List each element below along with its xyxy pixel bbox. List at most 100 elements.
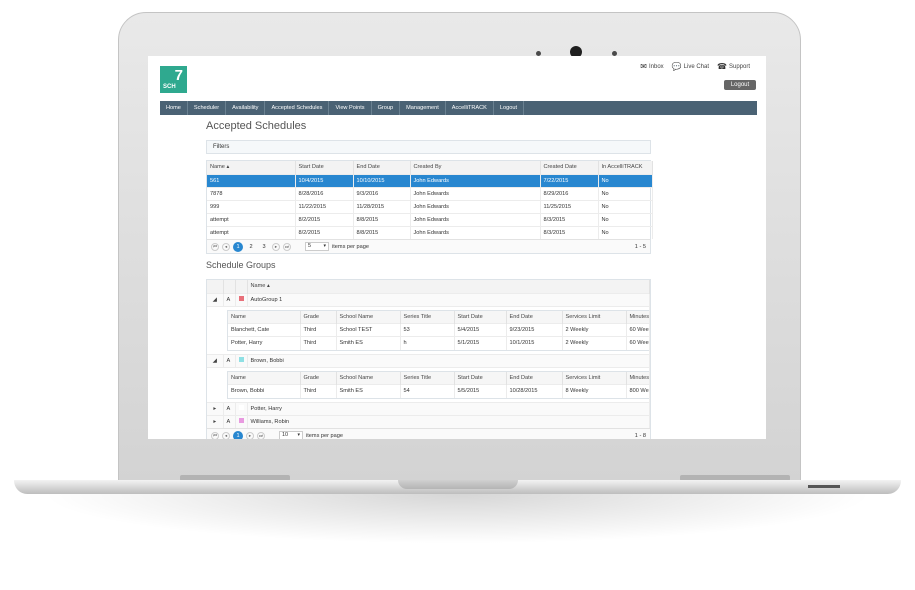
nav-item-management[interactable]: Management bbox=[400, 101, 446, 115]
live-chat-label: Live Chat bbox=[683, 64, 710, 70]
nav-item-view-points[interactable]: View Points bbox=[329, 101, 372, 115]
table-row[interactable]: Blanchett, Cate Third School TEST 53 5/4/201… bbox=[228, 323, 649, 337]
base-port bbox=[808, 485, 840, 488]
support-link[interactable]: ☎ Support bbox=[717, 63, 750, 71]
column-header[interactable]: Services Limit bbox=[562, 310, 627, 324]
table-cell: John Edwards bbox=[410, 212, 541, 226]
expand-arrow-icon[interactable]: ◢ bbox=[207, 292, 224, 306]
page-size-select[interactable]: 10 bbox=[279, 431, 303, 439]
page-size-select[interactable]: 5 bbox=[305, 242, 329, 251]
group-name: AutoGroup 1 bbox=[247, 292, 650, 306]
table-cell: 8/2/2015 bbox=[295, 212, 354, 226]
column-header[interactable]: School Name bbox=[336, 371, 401, 385]
group-detail-row: Name Grade School Name Series Title Start Da… bbox=[207, 366, 650, 402]
nav-item-group[interactable]: Group bbox=[372, 101, 401, 115]
group-row[interactable]: ▸ A Potter, Harry bbox=[207, 401, 650, 415]
column-header[interactable]: Name bbox=[228, 371, 301, 385]
column-header[interactable]: In AccelliTRACK bbox=[598, 161, 653, 174]
group-members-grid: Name Grade School Name Series Title Start Da… bbox=[227, 370, 649, 399]
column-header[interactable]: Start Date bbox=[454, 371, 507, 385]
table-cell: 8/28/2016 bbox=[295, 186, 354, 200]
group-row[interactable]: ▸ A Williams, Robin bbox=[207, 414, 650, 428]
table-row[interactable]: attempt 8/2/2015 8/8/2015 John Edwards 8/3/2… bbox=[207, 212, 653, 226]
table-cell: No bbox=[598, 225, 653, 239]
next-page-icon[interactable]: ▸ bbox=[272, 242, 280, 251]
main-content: Accepted Schedules Filters Name ▴ Start D… bbox=[206, 118, 653, 439]
table-cell: 8/3/2015 bbox=[540, 212, 599, 226]
column-header[interactable]: Services Limit bbox=[562, 371, 627, 385]
page-number[interactable]: 1 bbox=[233, 430, 243, 439]
groups-pager: ⏮◂1▸⏭ 10items per page 1 - 8 bbox=[207, 428, 650, 439]
column-header[interactable]: Grade bbox=[300, 371, 337, 385]
table-cell: 10/1/2015 bbox=[506, 336, 563, 350]
filters-panel[interactable]: Filters bbox=[206, 140, 651, 154]
nav-item-availability[interactable]: Availability bbox=[226, 101, 266, 115]
column-header[interactable]: Grade bbox=[300, 310, 337, 324]
table-cell: attempt bbox=[207, 212, 296, 226]
first-page-icon[interactable]: ⏮ bbox=[211, 242, 219, 251]
table-row[interactable]: 999 11/22/2015 11/28/2015 John Edwards 11/25… bbox=[207, 199, 653, 213]
table-row[interactable]: attempt 8/2/2015 8/8/2015 John Edwards 8/3/2… bbox=[207, 225, 653, 239]
table-cell: 2 Weekly bbox=[562, 336, 627, 350]
table-cell: 999 bbox=[207, 199, 296, 213]
table-row[interactable]: Brown, Bobbi Third Smith ES 54 5/5/2015 10/28… bbox=[228, 384, 649, 398]
main-nav: Home Scheduler Availability Accepted Schedu… bbox=[160, 101, 757, 115]
items-per-page-label: items per page bbox=[332, 243, 370, 250]
table-cell: John Edwards bbox=[410, 199, 541, 213]
expand-arrow-icon[interactable]: ▸ bbox=[207, 401, 224, 415]
live-chat-link[interactable]: 💬 Live Chat bbox=[672, 63, 709, 71]
table-cell: 9/3/2016 bbox=[353, 186, 411, 200]
nav-item-accepted-schedules[interactable]: Accepted Schedules bbox=[265, 101, 330, 115]
table-row[interactable]: 7878 8/28/2016 9/3/2016 John Edwards 8/29/20… bbox=[207, 186, 653, 200]
page-number[interactable]: 2 bbox=[246, 242, 256, 252]
page-number[interactable]: 3 bbox=[259, 242, 269, 252]
column-header[interactable]: Name ▴ bbox=[207, 161, 296, 174]
nav-item-home[interactable]: Home bbox=[160, 101, 188, 115]
prev-page-icon[interactable]: ◂ bbox=[222, 431, 230, 439]
expand-arrow-icon[interactable]: ▸ bbox=[207, 414, 224, 428]
pager-info: 1 - 5 bbox=[634, 243, 646, 250]
last-page-icon[interactable]: ⏭ bbox=[257, 431, 265, 439]
phone-icon: ☎ bbox=[717, 62, 727, 71]
table-row[interactable]: Potter, Harry Third Smith ES h 5/1/2015 10/1/… bbox=[228, 336, 649, 350]
column-header[interactable]: School Name bbox=[336, 310, 401, 324]
table-cell: 5/5/2015 bbox=[454, 384, 507, 398]
column-header[interactable]: End Date bbox=[506, 371, 563, 385]
logout-button[interactable]: Logout bbox=[724, 80, 756, 90]
column-header[interactable]: Minutes bbox=[626, 310, 649, 324]
group-row[interactable]: ◢ A AutoGroup 1 bbox=[207, 292, 650, 306]
schedule-groups-grid: Name ▴ ◢ A AutoGroup 1 Name Grade School Name… bbox=[206, 279, 651, 439]
table-cell: Brown, Bobbi bbox=[228, 384, 301, 398]
inbox-link[interactable]: ✉ Inbox bbox=[640, 63, 663, 71]
column-header[interactable]: Minutes bbox=[626, 371, 649, 385]
nav-item-scheduler[interactable]: Scheduler bbox=[188, 101, 227, 115]
table-cell: John Edwards bbox=[410, 173, 541, 187]
table-cell: h bbox=[400, 336, 455, 350]
last-page-icon[interactable]: ⏭ bbox=[283, 242, 291, 251]
page-number[interactable]: 1 bbox=[233, 241, 243, 252]
group-row[interactable]: ◢ A Brown, Bobbi bbox=[207, 353, 650, 367]
next-page-icon[interactable]: ▸ bbox=[246, 431, 254, 439]
column-header[interactable]: Name bbox=[228, 310, 301, 324]
groups-name-header[interactable]: Name ▴ bbox=[247, 280, 650, 293]
groups-header-row: Name ▴ bbox=[207, 280, 650, 293]
column-header[interactable]: Start Date bbox=[295, 161, 354, 174]
subgrid-header-row: Name Grade School Name Series Title Start Da… bbox=[228, 310, 649, 324]
first-page-icon[interactable]: ⏮ bbox=[211, 431, 219, 439]
expand-arrow-icon[interactable]: ◢ bbox=[207, 353, 224, 367]
sch-logo[interactable]: 7 SCH bbox=[160, 66, 187, 93]
nav-item-accellitrack[interactable]: AccelliTRACK bbox=[446, 101, 494, 115]
prev-page-icon[interactable]: ◂ bbox=[222, 242, 230, 251]
column-header[interactable]: Start Date bbox=[454, 310, 507, 324]
table-row[interactable]: 561 10/4/2015 10/10/2015 John Edwards 7/22/2… bbox=[207, 173, 653, 187]
column-header[interactable]: Series Title bbox=[400, 371, 455, 385]
column-header[interactable]: End Date bbox=[353, 161, 411, 174]
table-cell: 8/29/2016 bbox=[540, 186, 599, 200]
column-header[interactable]: Created Date bbox=[540, 161, 599, 174]
nav-item-logout[interactable]: Logout bbox=[494, 101, 525, 115]
table-cell: No bbox=[598, 186, 653, 200]
column-header[interactable]: End Date bbox=[506, 310, 563, 324]
column-header[interactable]: Created By bbox=[410, 161, 541, 174]
column-header[interactable]: Series Title bbox=[400, 310, 455, 324]
app-screen: 7 SCH ✉ Inbox 💬 Live Chat ☎ Support Logo… bbox=[148, 56, 766, 439]
